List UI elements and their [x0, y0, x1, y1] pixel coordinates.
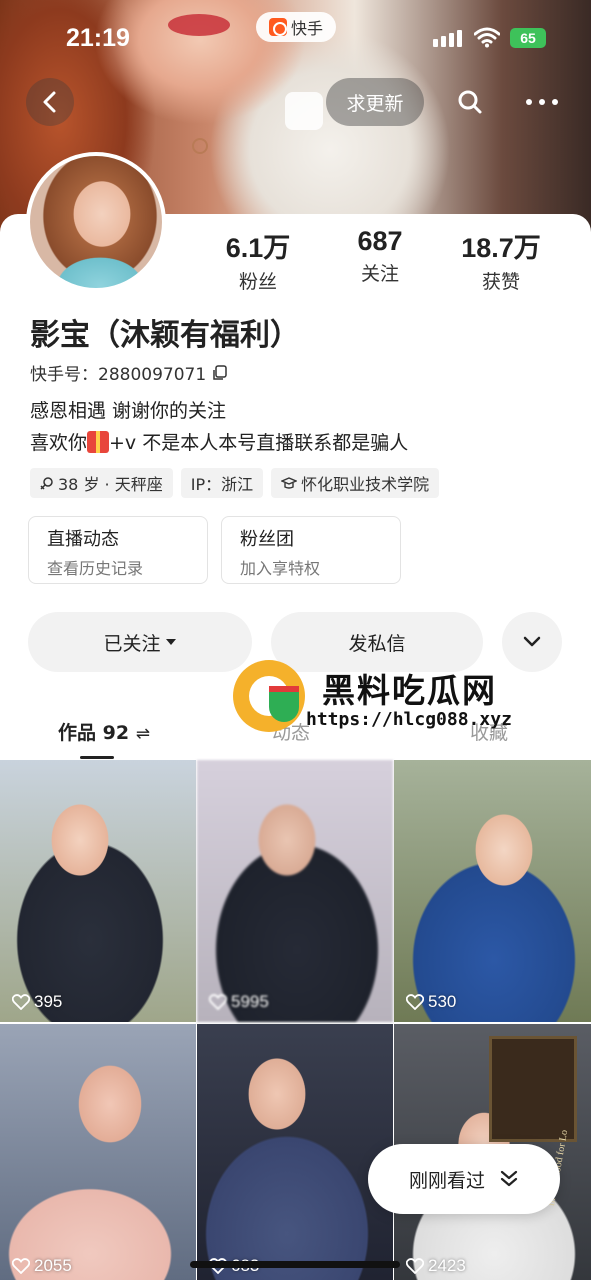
profile-tags: 38 岁 · 天秤座 IP：浙江 怀化职业技术学院 [30, 468, 440, 498]
search-icon [458, 90, 482, 114]
feature-title: 粉丝团 [240, 529, 294, 550]
heart-icon [209, 994, 227, 1010]
battery-level: 65 [520, 30, 536, 46]
watermark-url: https://hlcg088.xyz [306, 709, 512, 730]
stat-value: 18.7万 [461, 233, 541, 263]
like-value: 2055 [34, 1256, 72, 1275]
home-indicator[interactable] [190, 1261, 400, 1268]
expand-button[interactable] [502, 612, 562, 672]
heart-icon [12, 1258, 30, 1274]
live-history-card[interactable]: 直播动态 查看历史记录 [28, 516, 208, 584]
active-tab-indicator [80, 756, 114, 759]
stat-following[interactable]: 687 关注 [330, 226, 430, 286]
heart-icon [406, 994, 424, 1010]
status-bar: 21:19 快手 65 [0, 0, 591, 80]
like-count: 2055 [12, 1256, 72, 1276]
tab-label: 作品 92 [58, 722, 130, 744]
stat-likes[interactable]: 18.7万 获赞 [451, 226, 551, 294]
graduation-cap-icon [281, 477, 298, 489]
stat-value: 6.1万 [225, 233, 291, 263]
like-count: 5995 [209, 992, 269, 1012]
message-button[interactable]: 发私信 [271, 612, 483, 672]
stat-value: 687 [357, 226, 403, 256]
more-dots-icon [526, 99, 558, 105]
following-label: 已关注 [103, 632, 161, 655]
like-count: 2423 [406, 1256, 466, 1276]
tab-works[interactable]: 作品 92 ⇌ [58, 718, 150, 745]
request-update-button[interactable]: 求更新 [326, 78, 424, 126]
like-count: 395 [12, 992, 62, 1012]
movie-poster: In the Mood for Lo [489, 1036, 577, 1207]
watermark-logo [233, 660, 305, 732]
app-name: 快手 [290, 19, 323, 38]
user-id-row: 快手号：2880097071 [30, 360, 228, 385]
copy-icon[interactable] [212, 364, 228, 381]
stat-label: 关注 [360, 263, 399, 285]
battery-indicator: 65 [510, 28, 546, 48]
recently-viewed-label: 刚刚看过 [408, 1169, 485, 1192]
profile-name: 影宝（沐颖有福利） [30, 318, 300, 353]
watermark-title: 黑料吃瓜网 [322, 671, 497, 710]
like-count: 530 [406, 992, 456, 1012]
tag-ip: IP：浙江 [180, 468, 264, 498]
fan-club-card[interactable]: 粉丝团 加入享特权 [221, 516, 401, 584]
double-chevron-down-icon [500, 1170, 518, 1187]
chevron-left-icon [43, 91, 56, 113]
app-indicator[interactable]: 快手 [256, 12, 336, 42]
avatar[interactable] [26, 152, 166, 292]
video-thumbnail[interactable]: 395 [0, 760, 196, 1022]
status-time: 21:19 [66, 24, 130, 52]
following-button[interactable]: 已关注 [28, 612, 252, 672]
cellular-signal-icon [433, 30, 462, 47]
tag-age: 38 岁 · 天秤座 [30, 468, 173, 498]
tag-school[interactable]: 怀化职业技术学院 [271, 468, 440, 498]
heart-icon [406, 1258, 424, 1274]
chevron-down-icon [523, 636, 541, 647]
bio-line: 感恩相遇 谢谢你的关注 [30, 400, 227, 422]
tag-text: 38 岁 · 天秤座 [58, 475, 163, 494]
feature-title: 直播动态 [47, 529, 119, 550]
gift-icon [87, 431, 110, 453]
more-button[interactable] [520, 80, 564, 124]
like-value: 395 [34, 992, 63, 1011]
back-button[interactable] [26, 78, 74, 126]
cover-sticker [285, 92, 323, 130]
user-id: 快手号：2880097071 [30, 365, 207, 385]
bio-text: 喜欢你 [30, 432, 88, 454]
recently-viewed-button[interactable]: 刚刚看过 [368, 1144, 560, 1214]
like-value: 2423 [428, 1256, 466, 1275]
video-thumbnail[interactable]: 5995 [197, 760, 393, 1022]
video-thumbnail[interactable]: 2055 [0, 1024, 196, 1280]
bio-text: +v 不是本人本号直播联系都是骗人 [109, 432, 409, 454]
feature-subtitle: 加入享特权 [240, 559, 321, 578]
caret-down-icon [165, 639, 176, 645]
kuaishou-logo-icon [268, 18, 287, 36]
like-value: 5995 [231, 992, 269, 1011]
stat-label: 获赞 [481, 271, 520, 293]
gender-icon [40, 477, 53, 490]
video-thumbnail[interactable]: 530 [394, 760, 591, 1022]
search-button[interactable] [448, 80, 492, 124]
cover-photo-necklace [192, 138, 208, 154]
tag-text: IP：浙江 [190, 475, 254, 494]
video-thumbnail[interactable]: 683 [197, 1024, 393, 1280]
stat-followers[interactable]: 6.1万 粉丝 [208, 226, 308, 294]
swap-icon: ⇌ [135, 724, 150, 744]
wifi-icon [474, 27, 500, 48]
bio-line: 喜欢你 +v 不是本人本号直播联系都是骗人 [30, 428, 408, 455]
tag-text: 怀化职业技术学院 [301, 475, 430, 494]
heart-icon [12, 994, 30, 1010]
like-value: 530 [428, 992, 457, 1011]
feature-subtitle: 查看历史记录 [47, 559, 144, 578]
stat-label: 粉丝 [238, 271, 277, 293]
